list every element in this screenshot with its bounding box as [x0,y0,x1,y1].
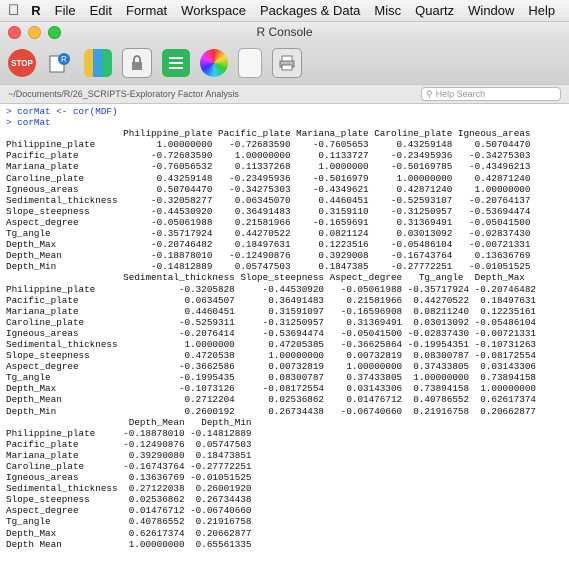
console-output-line: Depth_Mean -0.18878010 -0.12490876 0.392… [6,250,531,262]
console-output-line: Slope_steepness -0.44530920 0.36491483 0… [6,205,531,217]
svg-text:R: R [61,55,67,64]
console-output-line: Mariana_plate 0.4460451 0.31591097 -0.16… [6,305,537,317]
menu-file[interactable]: File [55,3,76,18]
console-output-line: Depth Mean 1.00000000 0.65561335 [6,538,252,550]
console-output-line: Caroline_plate 0.43259148 -0.23495936 -0… [6,172,531,184]
working-directory: ~/Documents/R/26_SCRIPTS-Exploratory Fac… [8,89,239,99]
lock-button[interactable] [122,48,152,78]
bar-chart-button[interactable] [84,49,112,77]
apple-icon[interactable]:  [8,2,19,19]
console-output[interactable]: > corMat <- cor(MDF) > corMat Philippine_… [0,104,569,550]
console-command-line: > corMat <- cor(MDF) [6,106,118,117]
console-output-line: Aspect_degree -0.05061988 0.21581966 -0.… [6,216,531,228]
window-title: R Console [256,25,313,39]
stop-icon: STOP [11,58,33,68]
source-script-icon: R [49,53,70,73]
console-output-line: Sedimental_thickness Slope_steepness Asp… [6,272,525,284]
console-output-line: Igneous_areas 0.13636769 -0.01051525 [6,472,252,484]
console-output-line: Pacific_plate -0.12490876 0.05747503 [6,438,252,450]
menu-help[interactable]: Help [528,3,555,18]
console-output-line: Igneous_areas 0.50704470 -0.34275303 -0.… [6,183,531,195]
menu-bar:  R File Edit Format Workspace Packages … [0,0,569,22]
path-bar: ~/Documents/R/26_SCRIPTS-Exploratory Fac… [0,84,569,104]
console-command-line: > corMat [6,117,51,129]
lock-icon [132,55,142,70]
console-output-line: Depth_Min 0.2600192 0.26734438 -0.067406… [6,405,537,417]
console-output-line: Igneous_areas -0.2076414 -0.53694474 -0.… [6,327,537,339]
console-output-line: Philippine_plate -0.18878010 -0.14812889 [6,427,252,439]
zoom-window-button[interactable] [48,25,61,39]
console-output-line: Pacific_plate -0.72683590 1.00000000 0.1… [6,150,531,162]
print-button[interactable] [272,48,302,78]
console-output-line: Depth_Max 0.62617374 0.20662877 [6,527,252,539]
menu-format[interactable]: Format [126,3,167,18]
menu-quartz[interactable]: Quartz [415,3,454,18]
console-output-line: Pacific_plate 0.0634507 0.36491483 0.215… [6,294,537,306]
console-output-line: Tg_angle 0.40786552 0.21916758 [6,516,252,528]
console-output-line: Tg_angle -0.35717924 0.44270522 0.082112… [6,228,531,240]
console-output-line: Caroline_plate -0.16743764 -0.27772251 [6,461,252,472]
console-output-line: Depth_Min -0.14812889 0.05747503 0.18473… [6,261,531,273]
stop-button[interactable]: STOP [8,49,36,77]
console-output-line: Depth_Max -0.20746482 0.18497631 0.12235… [6,239,531,251]
console-output-line: Philippine_plate Pacific_plate Mariana_p… [6,128,531,140]
window-controls [8,25,61,39]
console-output-line: Slope_steepness 0.4720538 1.00000000 0.0… [6,350,537,362]
menu-edit[interactable]: Edit [90,3,112,18]
console-output-line: Philippine_plate -0.3205828 -0.44530920 … [6,283,537,295]
console-output-line: Tg_angle -0.1995435 0.08300787 0.3743380… [6,372,537,384]
menu-packages-data[interactable]: Packages & Data [260,3,360,18]
console-output-line: Aspect_degree 0.01476712 -0.06740660 [6,505,252,517]
console-output-line: Aspect_degree -0.3662586 0.00732819 1.00… [6,361,537,373]
window-titlebar: R Console [0,22,569,42]
console-output-line: Mariana_plate 0.39290080 0.18473851 [6,449,252,461]
new-document-button[interactable] [238,48,262,78]
help-search-input[interactable]: ⚲ Help Search [421,87,561,101]
list-icon [169,57,183,69]
console-output-line: Depth_Max -0.1073126 -0.08172554 0.03143… [6,383,537,395]
close-window-button[interactable] [8,25,21,39]
print-icon [279,55,295,71]
menu-window[interactable]: Window [468,3,514,18]
search-icon: ⚲ [426,88,433,99]
console-output-line: Slope_steepness 0.02536862 0.26734438 [6,494,252,506]
console-output-line: Philippine_plate 1.00000000 -0.72683590 … [6,139,531,151]
console-toolbar: STOP R [0,42,569,84]
console-output-line: Depth_Mean 0.2712204 0.02536862 0.014767… [6,394,537,406]
console-output-line: Caroline_plate -0.5259311 -0.31250957 0.… [6,316,537,328]
minimize-window-button[interactable] [28,25,41,39]
menu-workspace[interactable]: Workspace [181,3,246,18]
console-output-line: Depth_Mean Depth_Min [6,416,252,428]
menu-r[interactable]: R [31,3,40,18]
console-output-line: Sedimental_thickness 1.0000000 0.4720538… [6,338,537,350]
source-script-button[interactable]: R [46,49,74,77]
color-wheel-button[interactable] [200,49,228,77]
list-button[interactable] [162,49,190,77]
console-output-line: Mariana_plate -0.76056532 0.11337268 1.0… [6,161,531,173]
help-search-placeholder: Help Search [435,89,486,99]
console-output-line: Sedimental_thickness 0.27122038 0.260019… [6,483,252,495]
console-output-line: Sedimental_thickness -0.32058277 0.06345… [6,194,531,206]
menu-misc[interactable]: Misc [374,3,401,18]
